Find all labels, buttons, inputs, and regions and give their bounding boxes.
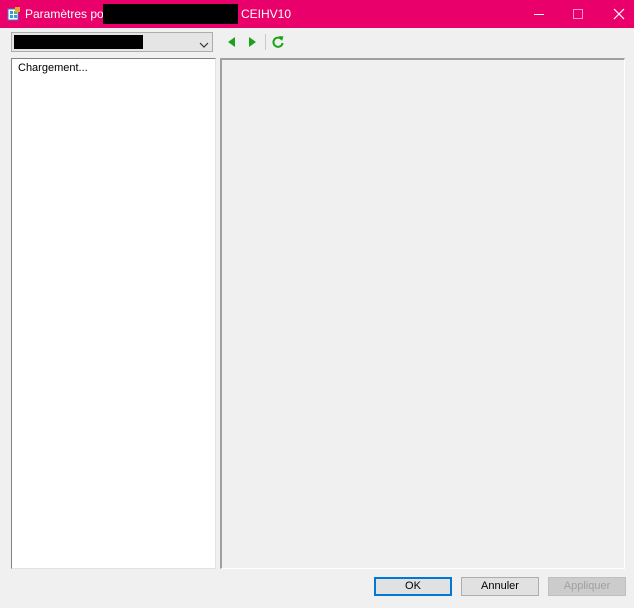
redacted-selection <box>14 35 143 49</box>
refresh-icon <box>272 36 284 48</box>
apply-button[interactable]: Appliquer <box>548 577 626 596</box>
cancel-button[interactable]: Annuler <box>461 577 539 596</box>
settings-content-panel <box>220 58 625 569</box>
close-icon <box>613 8 625 20</box>
forward-button[interactable] <box>244 34 260 50</box>
ok-button[interactable]: OK <box>374 577 452 596</box>
chevron-down-icon <box>199 38 209 48</box>
settings-app-icon <box>7 7 21 21</box>
settings-tree[interactable]: Chargement... <box>11 58 216 569</box>
loading-text: Chargement... <box>18 62 88 74</box>
maximize-button[interactable] <box>555 0 600 28</box>
window-title-suffix: CEIHV10 <box>241 7 292 21</box>
maximize-icon <box>573 9 583 19</box>
target-combobox[interactable] <box>11 32 213 52</box>
refresh-button[interactable] <box>270 34 286 50</box>
forward-arrow-icon <box>249 37 256 47</box>
back-arrow-icon <box>228 37 235 47</box>
window-title-prefix: Paramètres pour <box>25 7 115 21</box>
back-button[interactable] <box>224 34 240 50</box>
toolbar-separator <box>265 34 266 50</box>
title-bar[interactable]: Paramètres pour CEIHV10 <box>0 0 634 28</box>
close-button[interactable] <box>598 0 634 28</box>
redacted-name <box>103 4 238 24</box>
